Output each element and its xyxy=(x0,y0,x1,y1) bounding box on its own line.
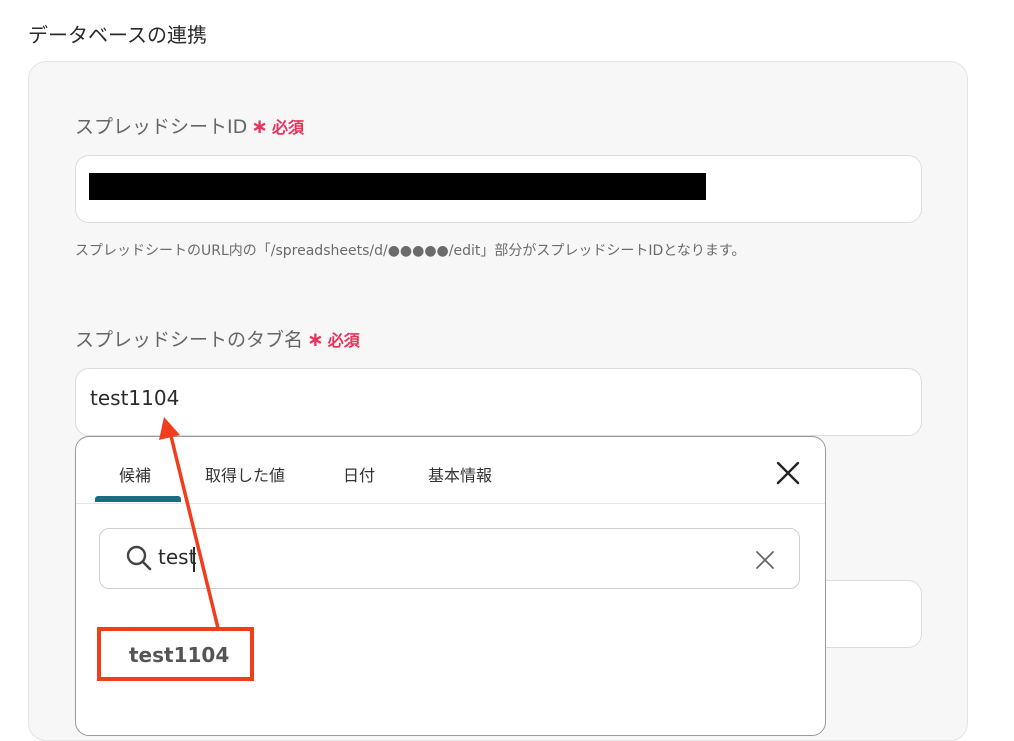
tab-name-input[interactable] xyxy=(75,368,922,436)
tab-retrieved-values[interactable]: 取得した値 xyxy=(205,462,285,486)
tab-name-label-text: スプレッドシートのタブ名 xyxy=(75,329,304,351)
redacted-spreadsheet-id xyxy=(89,173,706,200)
required-star: ∗ xyxy=(251,114,268,138)
search-value: test xyxy=(158,545,197,569)
active-tab-indicator xyxy=(95,496,181,502)
search-input[interactable] xyxy=(99,528,800,589)
spreadsheet-id-label-text: スプレッドシートID xyxy=(75,116,248,138)
spreadsheet-id-hint: スプレッドシートのURL内の「/spreadsheets/d/●●●●●/edi… xyxy=(75,243,746,259)
text-caret xyxy=(193,547,195,572)
tab-date[interactable]: 日付 xyxy=(343,462,375,486)
section-title: データベースの連携 xyxy=(28,23,207,47)
spreadsheet-id-label: スプレッドシートID ∗ 必須 xyxy=(75,112,304,139)
close-icon[interactable] xyxy=(776,461,800,485)
annotation-highlight-box xyxy=(97,627,254,681)
tab-basic-info[interactable]: 基本情報 xyxy=(428,462,492,486)
tab-divider xyxy=(76,503,825,504)
tab-name-label: スプレッドシートのタブ名 ∗ 必須 xyxy=(75,325,360,352)
required-text: 必須 xyxy=(327,331,360,350)
tab-name-value: test1104 xyxy=(90,386,180,410)
clear-icon[interactable] xyxy=(754,549,776,571)
search-icon xyxy=(126,545,152,571)
required-badge: ∗ 必須 xyxy=(251,114,305,138)
tab-suggestions[interactable]: 候補 xyxy=(119,462,151,486)
required-text: 必須 xyxy=(272,118,305,137)
required-badge: ∗ 必須 xyxy=(307,327,360,351)
required-star: ∗ xyxy=(307,327,324,351)
